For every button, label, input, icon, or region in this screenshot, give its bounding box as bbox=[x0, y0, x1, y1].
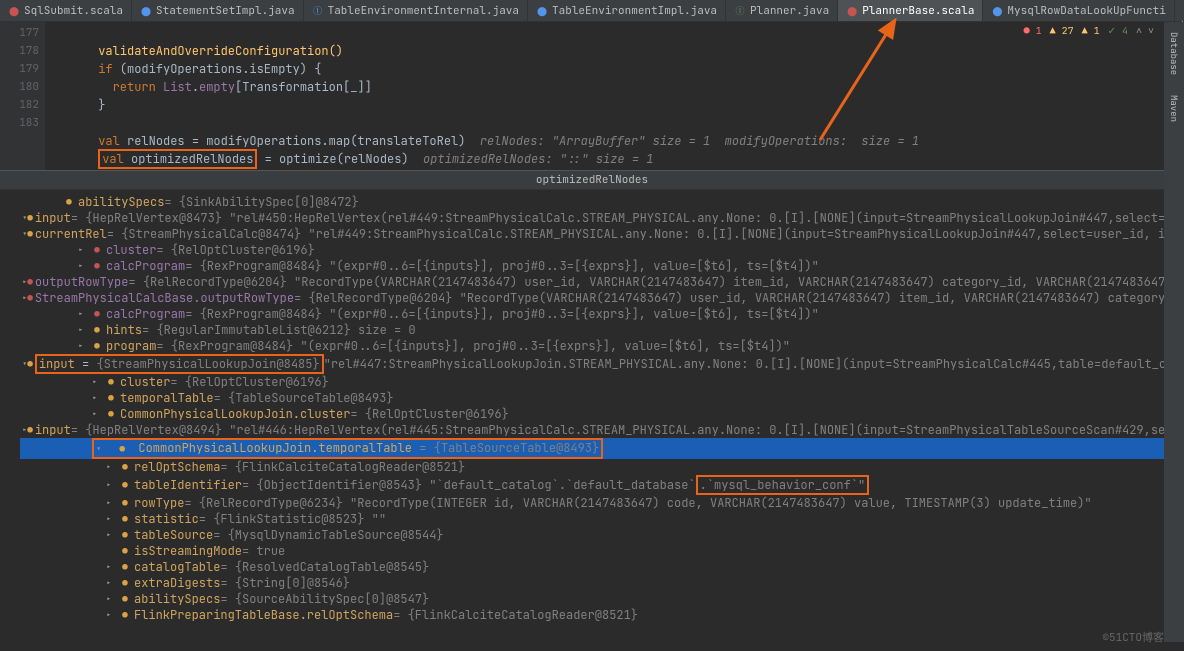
expand-arrow[interactable]: ▸ bbox=[106, 527, 118, 543]
debug-row[interactable]: ▸●cluster = {RelOptCluster@6196} bbox=[20, 242, 1180, 258]
debug-row[interactable]: ▸●abilitySpecs = {SourceAbilitySpec[0]@8… bbox=[20, 591, 1180, 607]
field-icon: ● bbox=[104, 406, 118, 422]
debug-row[interactable]: ▸●relOptSchema = {FlinkCalciteCatalogRea… bbox=[20, 459, 1180, 475]
field-icon: ● bbox=[118, 527, 132, 543]
expand-arrow[interactable]: ▸ bbox=[92, 406, 104, 422]
expand-arrow[interactable]: ▸ bbox=[106, 607, 118, 623]
field-icon: ● bbox=[62, 194, 76, 210]
sidebar-maven[interactable]: Maven bbox=[1168, 95, 1180, 122]
inspection-status: ● 1 ▲ 27 ▲ 1 ✓ 4 ˄ ˅ bbox=[1024, 24, 1154, 38]
debug-row[interactable]: ●abilitySpecs = {SinkAbilitySpec[0]@8472… bbox=[20, 194, 1180, 210]
expand-arrow[interactable]: ▸ bbox=[106, 495, 118, 511]
debug-row[interactable]: ▸●rowType = {RelRecordType@6234} "Record… bbox=[20, 495, 1180, 511]
sidebar-database[interactable]: Database bbox=[1168, 32, 1180, 75]
field-icon: ● bbox=[118, 559, 132, 575]
debug-row[interactable]: ▸●statistic = {FlinkStatistic@8523} "" bbox=[20, 511, 1180, 527]
field-icon: ● bbox=[118, 495, 132, 511]
debug-row[interactable]: ▾ ● CommonPhysicalLookupJoin.temporalTab… bbox=[20, 438, 1180, 459]
debug-row[interactable]: ▸●tableIdentifier = {ObjectIdentifier@85… bbox=[20, 475, 1180, 495]
expand-arrow[interactable]: ▸ bbox=[106, 559, 118, 575]
expand-arrow[interactable]: ▸ bbox=[92, 374, 104, 390]
field-icon: ● bbox=[90, 306, 104, 322]
field-icon: ● bbox=[27, 226, 32, 242]
tabs-more[interactable]: ⋮ ˅ bbox=[1175, 0, 1184, 21]
code-editor[interactable]: 177178179180182183 validateAndOverrideCo… bbox=[0, 22, 1184, 170]
code-content[interactable]: validateAndOverrideConfiguration() if (m… bbox=[45, 22, 1184, 170]
field-icon: ● bbox=[118, 575, 132, 591]
debug-row[interactable]: ▸●catalogTable = {ResolvedCatalogTable@8… bbox=[20, 559, 1180, 575]
expand-arrow[interactable]: ▸ bbox=[106, 459, 118, 475]
tab-tableenvironmentimpl-java[interactable]: ⬤TableEnvironmentImpl.java bbox=[528, 0, 726, 21]
debug-row[interactable]: ▸●program = {RexProgram@8484} "(expr#0..… bbox=[20, 338, 1180, 354]
field-icon: ● bbox=[118, 459, 132, 475]
field-icon: ● bbox=[90, 258, 104, 274]
expand-arrow[interactable]: ▸ bbox=[78, 338, 90, 354]
debug-panel-title: optimizedRelNodes bbox=[0, 170, 1184, 190]
field-icon: ● bbox=[104, 390, 118, 406]
expand-arrow[interactable]: ▸ bbox=[78, 258, 90, 274]
debug-row[interactable]: ▾●currentRel = {StreamPhysicalCalc@8474}… bbox=[20, 226, 1180, 242]
field-icon: ● bbox=[118, 607, 132, 623]
debug-row[interactable]: ▸●tableSource = {MysqlDynamicTableSource… bbox=[20, 527, 1180, 543]
expand-arrow[interactable]: ▸ bbox=[78, 322, 90, 338]
field-icon: ● bbox=[90, 338, 104, 354]
tab-tableenvironmentinternal-java[interactable]: ⒾTableEnvironmentInternal.java bbox=[304, 0, 528, 21]
field-icon: ● bbox=[27, 210, 32, 226]
debug-row[interactable]: ●isStreamingMode = true bbox=[20, 543, 1180, 559]
debug-row[interactable]: ▸●calcProgram = {RexProgram@8484} "(expr… bbox=[20, 306, 1180, 322]
tab-statementsetimpl-java[interactable]: ⬤StatementSetImpl.java bbox=[132, 0, 304, 21]
field-icon: ● bbox=[118, 511, 132, 527]
field-icon: ● bbox=[90, 242, 104, 258]
field-icon: ● bbox=[27, 356, 32, 372]
debug-row[interactable]: ▸●extraDigests = {String[0]@8546} bbox=[20, 575, 1180, 591]
expand-arrow[interactable]: ▸ bbox=[106, 575, 118, 591]
debug-row[interactable]: ▾●input = {HepRelVertex@8473} "rel#450:H… bbox=[20, 210, 1180, 226]
debug-row[interactable]: ▸●temporalTable = {TableSourceTable@8493… bbox=[20, 390, 1180, 406]
tab-plannerbase-scala[interactable]: ⬤PlannerBase.scala bbox=[838, 0, 983, 21]
debug-row[interactable]: ▸●CommonPhysicalLookupJoin.cluster = {Re… bbox=[20, 406, 1180, 422]
field-icon: ● bbox=[27, 274, 32, 290]
tab-mysqlrowdatalookupfuncti[interactable]: ⬤MysqlRowDataLookUpFuncti bbox=[983, 0, 1174, 21]
debug-row[interactable]: ▸●calcProgram = {RexProgram@8484} "(expr… bbox=[20, 258, 1180, 274]
field-icon: ● bbox=[27, 422, 32, 438]
tab-sqlsubmit-scala[interactable]: ⬤SqlSubmit.scala bbox=[0, 0, 132, 21]
editor-tabs: ⬤SqlSubmit.scala⬤StatementSetImpl.javaⒾT… bbox=[0, 0, 1184, 22]
expand-arrow[interactable]: ▸ bbox=[78, 242, 90, 258]
debug-row[interactable]: ▸●input = {HepRelVertex@8494} "rel#446:H… bbox=[20, 422, 1180, 438]
debug-row[interactable]: ▸●hints = {RegularImmutableList@6212} si… bbox=[20, 322, 1180, 338]
line-gutter: 177178179180182183 bbox=[0, 22, 45, 170]
debug-variables-tree[interactable]: ●abilitySpecs = {SinkAbilitySpec[0]@8472… bbox=[0, 190, 1184, 650]
field-icon: ● bbox=[118, 591, 132, 607]
right-tool-sidebar: Database Maven bbox=[1164, 22, 1184, 642]
field-icon: ● bbox=[118, 543, 132, 559]
expand-arrow[interactable]: ▸ bbox=[106, 591, 118, 607]
debug-row[interactable]: ▸●StreamPhysicalCalcBase.outputRowType =… bbox=[20, 290, 1180, 306]
watermark: ©51CTO博客 bbox=[1102, 629, 1164, 645]
expand-arrow[interactable]: ▸ bbox=[106, 511, 118, 527]
field-icon: ● bbox=[104, 374, 118, 390]
expand-arrow[interactable]: ▸ bbox=[106, 477, 118, 493]
debug-row[interactable]: ▸●outputRowType = {RelRecordType@6204} "… bbox=[20, 274, 1180, 290]
tab-planner-java[interactable]: ⒾPlanner.java bbox=[726, 0, 838, 21]
field-icon: ● bbox=[90, 322, 104, 338]
debug-row[interactable]: ▸●cluster = {RelOptCluster@6196} bbox=[20, 374, 1180, 390]
field-icon: ● bbox=[27, 290, 32, 306]
field-icon: ● bbox=[118, 477, 132, 493]
debug-row[interactable]: ▸●FlinkPreparingTableBase.relOptSchema =… bbox=[20, 607, 1180, 623]
expand-arrow[interactable]: ▸ bbox=[92, 390, 104, 406]
expand-arrow[interactable]: ▸ bbox=[78, 306, 90, 322]
debug-row[interactable]: ▾●input = {StreamPhysicalLookupJoin@8485… bbox=[20, 354, 1180, 374]
